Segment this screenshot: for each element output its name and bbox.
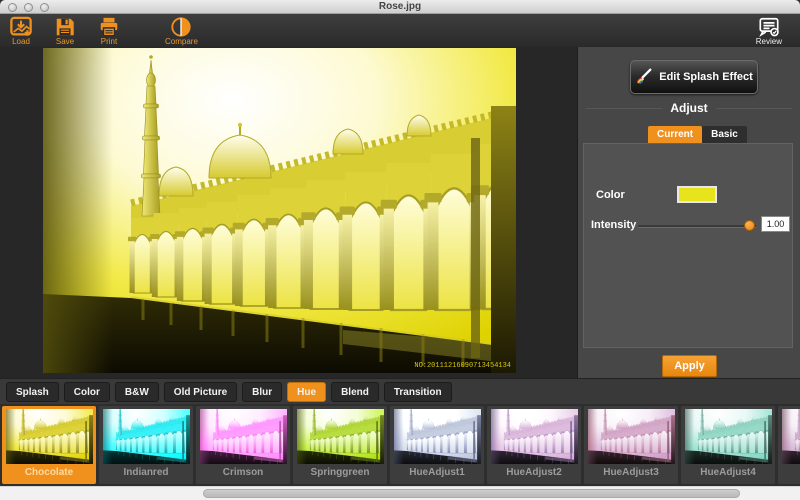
intensity-label: Intensity	[591, 219, 636, 231]
thumbnail-hueadjust2[interactable]: HueAdjust2	[487, 406, 581, 484]
review-label: Review	[756, 37, 782, 46]
thumbnail-image	[297, 409, 384, 464]
thumbnail-crimson[interactable]: Crimson	[196, 406, 290, 484]
review-button[interactable]: Review	[756, 16, 782, 46]
tab-splash[interactable]: Splash	[6, 382, 59, 402]
horizontal-scrollbar[interactable]	[0, 486, 800, 500]
preset-thumbnail-strip: Chocolate Indianred Crimson Springgreen …	[0, 404, 800, 486]
thumbnail-image	[394, 409, 481, 464]
thumbnail-image	[685, 409, 772, 464]
adjust-section-header: Adjust	[586, 101, 792, 115]
load-label: Load	[12, 37, 30, 46]
save-button[interactable]: Save	[53, 16, 77, 46]
thumbnail-image	[782, 409, 800, 464]
thumbnail-image	[200, 409, 287, 464]
color-label: Color	[596, 189, 625, 201]
print-label: Print	[101, 37, 117, 46]
apply-button[interactable]: Apply	[662, 355, 717, 377]
review-notes-icon	[757, 16, 781, 38]
app-window: Rose.jpg Load	[0, 0, 800, 500]
tab-current[interactable]: Current	[648, 126, 702, 143]
panel-tabs: Current Basic	[648, 126, 747, 143]
title-bar: Rose.jpg	[0, 0, 800, 14]
load-button[interactable]: Load	[9, 16, 33, 46]
save-floppy-icon	[53, 16, 77, 38]
edit-splash-effect-button[interactable]: Edit Splash Effect	[630, 60, 758, 94]
thumbnail-image	[6, 409, 93, 464]
tab-old-picture[interactable]: Old Picture	[164, 382, 237, 402]
divider	[716, 108, 792, 109]
photo-watermark: NO:20111216090713454134	[414, 362, 511, 370]
save-label: Save	[56, 37, 74, 46]
toolbar: Load Save	[0, 14, 800, 47]
color-swatch[interactable]	[677, 186, 717, 203]
thumbnail-chocolate[interactable]: Chocolate	[2, 406, 96, 484]
adjust-panel: Edit Splash Effect Adjust Current Basic …	[578, 47, 800, 378]
thumbnail-springgreen[interactable]: Springgreen	[293, 406, 387, 484]
edit-splash-effect-label: Edit Splash Effect	[659, 71, 753, 83]
tab-basic[interactable]: Basic	[702, 126, 747, 143]
load-image-icon	[9, 16, 33, 38]
window-title: Rose.jpg	[0, 1, 800, 12]
compare-button[interactable]: Compare	[165, 16, 198, 46]
paintbrush-icon	[635, 67, 653, 88]
tab-color[interactable]: Color	[64, 382, 110, 402]
thumbnail-image	[103, 409, 190, 464]
tab-blur[interactable]: Blur	[242, 382, 282, 402]
adjust-title: Adjust	[670, 101, 707, 115]
compare-label: Compare	[165, 37, 198, 46]
intensity-slider-track[interactable]	[638, 225, 756, 228]
thumbnail-image	[491, 409, 578, 464]
thumbnail-image	[588, 409, 675, 464]
print-button[interactable]: Print	[97, 16, 121, 46]
photo-canvas: NO:20111216090713454134	[43, 48, 516, 373]
tab-bw[interactable]: B&W	[115, 382, 159, 402]
thumbnail-indianred[interactable]: Indianred	[99, 406, 193, 484]
thumbnail-partial[interactable]	[778, 406, 800, 484]
compare-half-circle-icon	[169, 16, 193, 38]
thumbnail-hueadjust4[interactable]: HueAdjust4	[681, 406, 775, 484]
mosque-photo	[43, 48, 516, 373]
effect-tab-strip: Splash Color B&W Old Picture Blur Hue Bl…	[0, 378, 800, 404]
scrollbar-thumb[interactable]	[203, 489, 740, 498]
tab-hue[interactable]: Hue	[287, 382, 326, 402]
intensity-slider-knob[interactable]	[744, 220, 755, 231]
intensity-value-field[interactable]	[761, 216, 790, 232]
print-printer-icon	[97, 16, 121, 38]
tab-blend[interactable]: Blend	[331, 382, 379, 402]
main-area: NO:20111216090713454134 Edit Splash Effe…	[0, 47, 800, 378]
divider	[586, 108, 662, 109]
current-tab-content: Color Intensity	[583, 143, 793, 348]
thumbnail-hueadjust1[interactable]: HueAdjust1	[390, 406, 484, 484]
image-viewer: NO:20111216090713454134	[0, 47, 578, 378]
thumbnail-hueadjust3[interactable]: HueAdjust3	[584, 406, 678, 484]
tab-transition[interactable]: Transition	[384, 382, 452, 402]
